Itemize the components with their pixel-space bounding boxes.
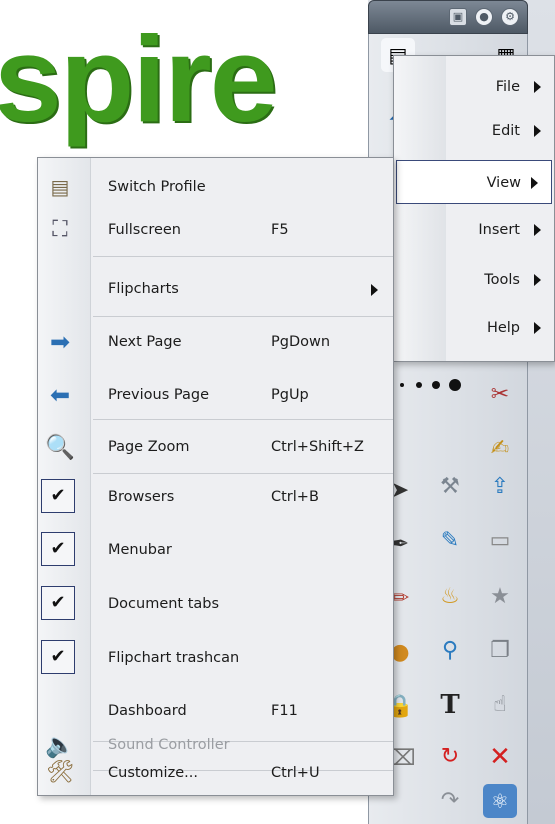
menu-item-label: Previous Page [108, 387, 209, 403]
menu-item-label: Document tabs [108, 596, 220, 612]
next-page-icon: ➡ [49, 328, 71, 356]
wrench-tool-icon[interactable]: ⚒ [433, 470, 467, 504]
star-tool-icon[interactable]: ★ [483, 580, 517, 614]
pen-size-medium[interactable] [416, 382, 422, 388]
menu-item-label: Switch Profile [108, 179, 206, 195]
fullscreen-icon: ⛶ [52, 217, 68, 242]
menubar-popup: File Edit View Insert Tools Help [393, 55, 555, 362]
menu-item-switch-profile[interactable]: ▤ Switch Profile [38, 166, 393, 209]
menu-item-label: Menubar [108, 542, 172, 558]
menu-item-customize[interactable]: 🛠 Customize... Ctrl+U [38, 752, 393, 795]
handwriting-tool-icon[interactable]: ✍ [483, 432, 517, 466]
text-tool-icon[interactable]: T [433, 688, 467, 722]
checkmark-icon: ✔ [41, 479, 75, 513]
upload-tool-icon[interactable]: ⇪ [483, 470, 517, 504]
menu-item-document-tabs[interactable]: ✔ Document tabs [38, 583, 393, 626]
menubar-item-label: Edit [491, 123, 520, 139]
menu-item-fullscreen[interactable]: ⛶ Fullscreen F5 [38, 209, 393, 252]
menu-item-shortcut: F5 [271, 222, 289, 238]
app-logo-text: spire [0, 11, 278, 147]
duplicate-tool-icon[interactable]: ❐ [483, 634, 517, 668]
menu-item-flipchart-trashcan[interactable]: ✔ Flipchart trashcan [38, 637, 393, 680]
menu-item-shortcut: Ctrl+U [271, 765, 320, 781]
submenu-arrow-icon [531, 177, 538, 189]
submenu-arrow-icon [371, 284, 378, 296]
menubar-item-edit[interactable]: Edit [398, 109, 552, 153]
eyedropper-tool-icon[interactable]: ⚲ [433, 634, 467, 668]
menu-item-shortcut: Ctrl+Shift+Z [271, 439, 364, 455]
highlighter-tool-icon[interactable]: ✎ [433, 524, 467, 558]
profile-icon: ▤ [50, 175, 70, 199]
menu-item-shortcut: Ctrl+B [271, 489, 319, 505]
dashboard-tool-icon[interactable]: ⚛ [483, 784, 517, 818]
menubar-item-help[interactable]: Help [398, 306, 552, 350]
palette-titlebar[interactable]: ▣ ● ⚙ [368, 0, 528, 34]
settings-icon[interactable]: ⚙ [501, 8, 519, 26]
menu-separator [93, 256, 393, 257]
refresh-tool-icon[interactable]: ↻ [433, 740, 467, 774]
checkmark-icon: ✔ [41, 640, 75, 674]
menubar-item-file[interactable]: File [398, 65, 552, 109]
menu-item-page-zoom[interactable]: 🔍 Page Zoom Ctrl+Shift+Z [38, 426, 393, 469]
menubar-item-insert[interactable]: Insert [398, 208, 552, 252]
menubar-item-label: View [486, 175, 521, 191]
redo-tool-icon[interactable]: ↷ [433, 784, 467, 818]
submenu-arrow-icon [534, 125, 541, 137]
pen-size-large[interactable] [432, 381, 440, 389]
submenu-arrow-icon [534, 322, 541, 334]
menu-item-label: Fullscreen [108, 222, 181, 238]
menubar-item-label: File [495, 79, 520, 95]
menu-separator [93, 419, 393, 420]
delete-tool-icon[interactable]: ✕ [483, 740, 517, 774]
menu-item-browsers[interactable]: ✔ Browsers Ctrl+B [38, 476, 393, 519]
checkmark-icon: ✔ [41, 586, 75, 620]
menubar-item-tools[interactable]: Tools [398, 258, 552, 302]
zoom-icon: 🔍 [45, 433, 75, 461]
customize-icon: 🛠 [46, 760, 74, 785]
submenu-arrow-icon [534, 81, 541, 93]
menubar-item-label: Insert [478, 222, 520, 238]
menu-item-label: Customize... [108, 765, 198, 781]
menubar-item-label: Help [486, 320, 520, 336]
submenu-arrow-icon [534, 224, 541, 236]
menu-item-label: Page Zoom [108, 439, 190, 455]
pen-size-small[interactable] [400, 383, 404, 387]
menu-item-label: Next Page [108, 334, 182, 350]
page-tool-icon[interactable]: ▭ [483, 524, 517, 558]
submenu-arrow-icon [534, 274, 541, 286]
view-menu: ▤ Switch Profile ⛶ Fullscreen F5 Flipcha… [37, 157, 394, 796]
hand-tool-icon[interactable]: ☝ [483, 688, 517, 722]
menu-item-flipcharts[interactable]: Flipcharts [38, 268, 393, 311]
menu-item-label: Browsers [108, 489, 175, 505]
previous-page-icon: ⬅ [49, 381, 71, 409]
fill-tool-icon[interactable]: ♨ [433, 580, 467, 614]
menu-item-shortcut: PgDown [271, 334, 331, 350]
menu-item-previous-page[interactable]: ⬅ Previous Page PgUp [38, 374, 393, 417]
pen-size-xlarge[interactable] [449, 379, 461, 391]
menubar-item-view[interactable]: View [396, 160, 552, 204]
menu-item-menubar[interactable]: ✔ Menubar [38, 529, 393, 572]
minimize-icon[interactable]: ● [475, 8, 493, 26]
menu-separator [93, 473, 393, 474]
menubar-item-label: Tools [484, 272, 520, 288]
menu-item-label: Flipcharts [108, 281, 179, 297]
menu-item-shortcut: PgUp [271, 387, 309, 403]
checkmark-icon: ✔ [41, 532, 75, 566]
menu-item-next-page[interactable]: ➡ Next Page PgDown [38, 321, 393, 364]
menu-separator [93, 316, 393, 317]
menu-item-label: Flipchart trashcan [108, 650, 240, 666]
restore-icon[interactable]: ▣ [449, 8, 467, 26]
clear-tool-icon[interactable]: ✂ [483, 378, 517, 412]
